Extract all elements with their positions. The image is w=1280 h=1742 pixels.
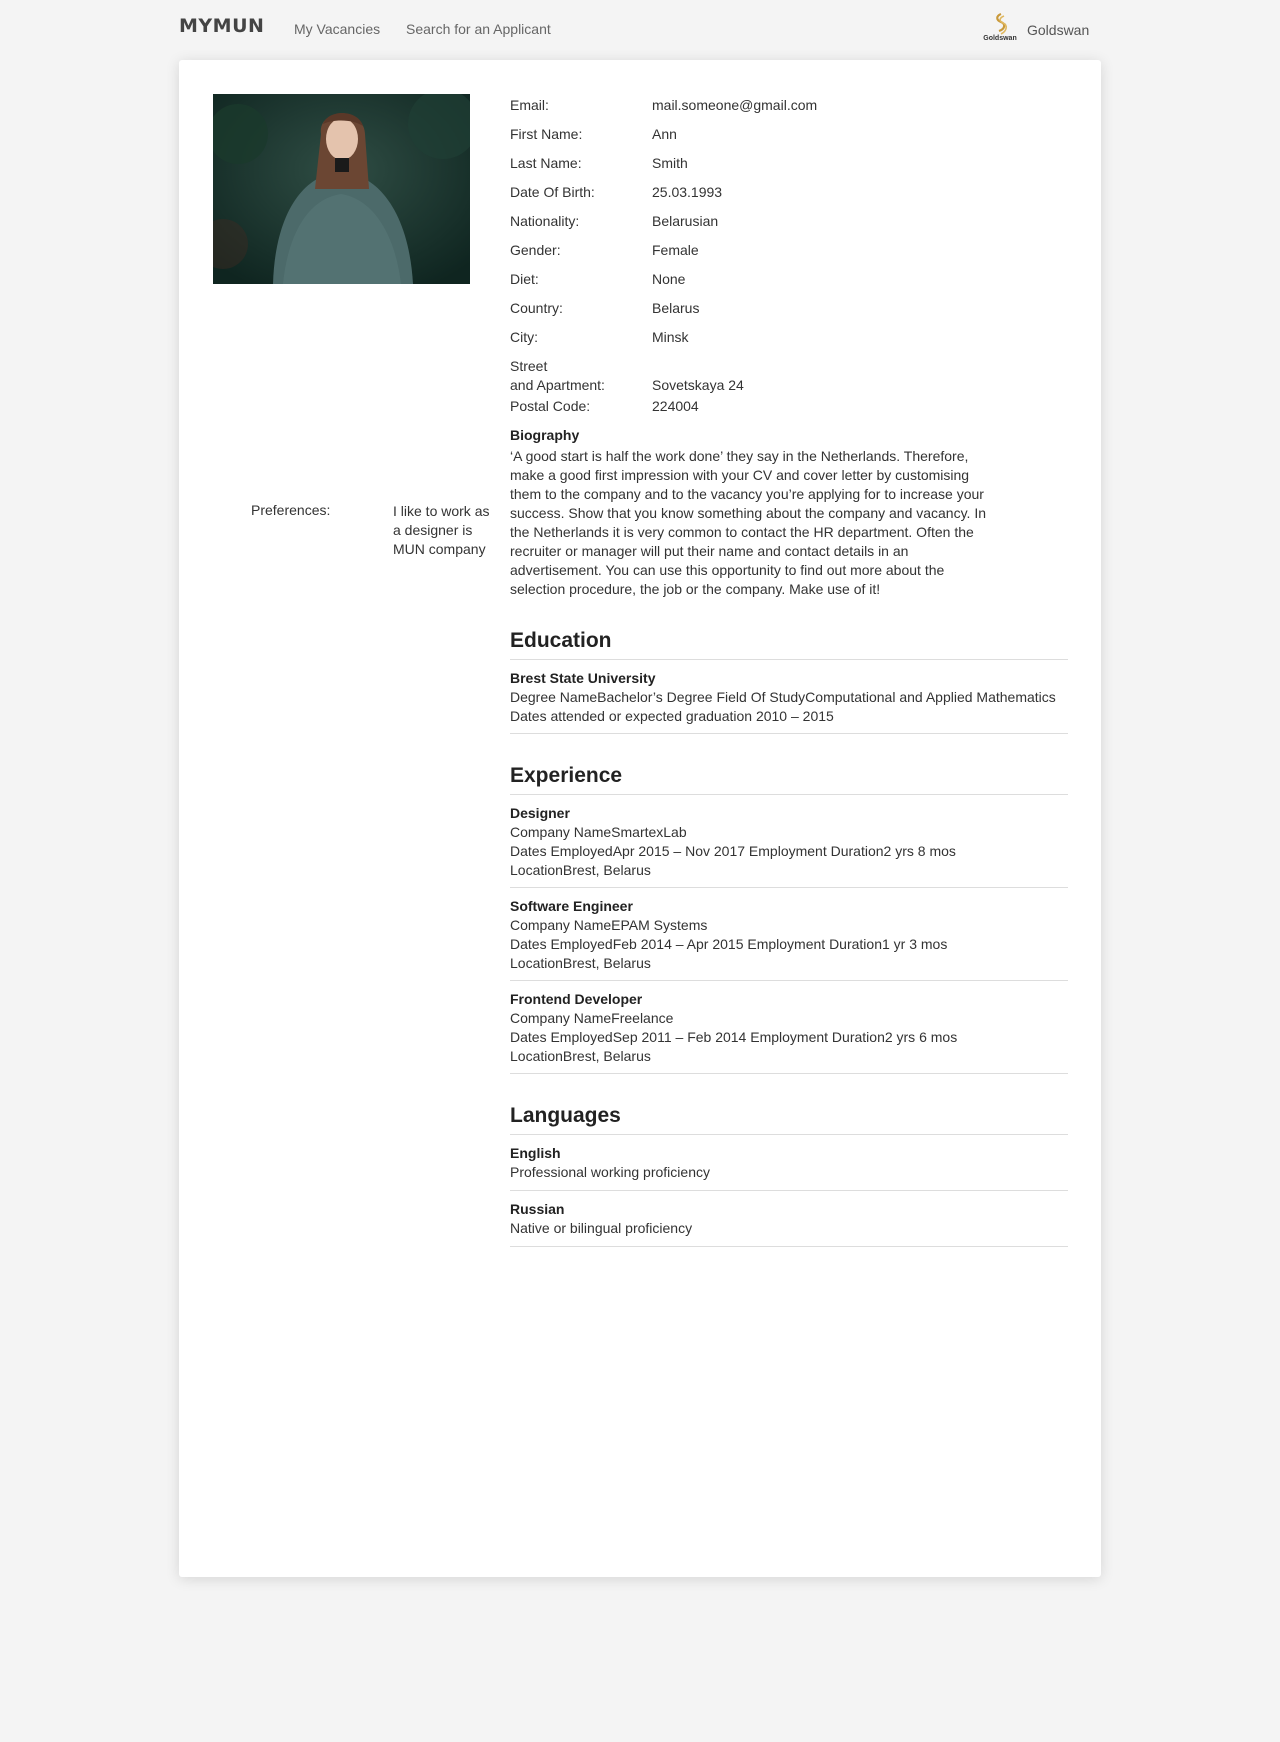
field-value: Female — [652, 242, 699, 258]
field-gender: Gender: Female — [510, 239, 1068, 268]
job-location: LocationBrest, Belarus — [510, 1048, 651, 1064]
field-label: Street and Apartment: — [510, 358, 605, 393]
biography-text: ‘A good start is half the work done’ the… — [510, 448, 987, 597]
biography-title: Biography — [510, 427, 580, 443]
field-value: Minsk — [652, 329, 689, 345]
job-company: Company NameSmartexLab — [510, 824, 687, 840]
experience-entry: Designer Company NameSmartexLab Dates Em… — [510, 795, 1068, 888]
job-dates: Dates EmployedApr 2015 – Nov 2017 Employ… — [510, 843, 956, 859]
job-location: LocationBrest, Belarus — [510, 955, 651, 971]
field-nationality: Nationality: Belarusian — [510, 210, 1068, 239]
field-city: City: Minsk — [510, 326, 1068, 355]
language-level: Professional working proficiency — [510, 1164, 710, 1180]
field-first-name: First Name: Ann — [510, 123, 1068, 152]
field-label: Diet: — [510, 271, 539, 287]
field-label: Date Of Birth: — [510, 184, 595, 200]
field-label: First Name: — [510, 126, 583, 142]
field-postal-code: Postal Code: 224004 — [510, 395, 1068, 424]
company-logo-text: Goldswan — [983, 35, 1017, 42]
field-label: Nationality: — [510, 213, 580, 229]
job-role: Software Engineer — [510, 898, 633, 914]
experience-entry: Software Engineer Company NameEPAM Syste… — [510, 888, 1068, 981]
language-name: English — [510, 1145, 561, 1161]
field-label: Email: — [510, 97, 549, 113]
preferences-value: I like to work as a designer is MUN comp… — [393, 503, 490, 557]
company-name[interactable]: Goldswan — [1027, 22, 1089, 38]
nav-my-vacancies[interactable]: My Vacancies — [294, 21, 380, 37]
field-label: Gender: — [510, 242, 561, 258]
top-navigation-bar: MYMUN My Vacancies Search for an Applica… — [0, 0, 1280, 58]
field-label: Country: — [510, 300, 563, 316]
education-dates: Dates attended or expected graduation 20… — [510, 708, 834, 724]
job-location: LocationBrest, Belarus — [510, 862, 651, 878]
field-street-apartment: Street and Apartment: Sovetskaya 24 — [510, 355, 1068, 395]
education-entry: Brest State University Degree NameBachel… — [510, 660, 1068, 734]
profile-details: Email: mail.someone@gmail.com First Name… — [510, 94, 1068, 1247]
company-logo[interactable]: Goldswan — [979, 12, 1021, 48]
preferences-label: Preferences: — [251, 502, 331, 518]
job-company: Company NameEPAM Systems — [510, 917, 708, 933]
job-company: Company NameFreelance — [510, 1010, 674, 1026]
field-value: Ann — [652, 126, 677, 142]
language-entry: Russian Native or bilingual proficiency — [510, 1191, 1068, 1247]
swan-logo-icon — [996, 12, 1007, 35]
field-value: 224004 — [652, 398, 699, 414]
field-last-name: Last Name: Smith — [510, 152, 1068, 181]
field-label: Last Name: — [510, 155, 582, 171]
job-dates: Dates EmployedSep 2011 – Feb 2014 Employ… — [510, 1029, 958, 1045]
field-diet: Diet: None — [510, 268, 1068, 297]
degree-info: Degree NameBachelor’s Degree Field Of St… — [510, 689, 1056, 705]
field-value: mail.someone@gmail.com — [652, 97, 818, 113]
education-heading: Education — [510, 629, 1068, 660]
experience-entry: Frontend Developer Company NameFreelance… — [510, 981, 1068, 1074]
field-label: Postal Code: — [510, 398, 591, 414]
field-value: None — [652, 271, 686, 287]
job-role: Frontend Developer — [510, 991, 643, 1007]
language-name: Russian — [510, 1201, 565, 1217]
field-value: Sovetskaya 24 — [652, 377, 744, 393]
field-value: Smith — [652, 155, 688, 171]
job-role: Designer — [510, 805, 570, 821]
language-level: Native or bilingual proficiency — [510, 1220, 693, 1236]
job-dates: Dates EmployedFeb 2014 – Apr 2015 Employ… — [510, 936, 948, 952]
applicant-photo — [213, 94, 470, 284]
field-label: City: — [510, 329, 538, 345]
brand-logo[interactable]: MYMUN — [179, 15, 264, 37]
field-value: Belarus — [652, 300, 700, 316]
school-name: Brest State University — [510, 670, 656, 686]
experience-heading: Experience — [510, 764, 1068, 795]
field-email: Email: mail.someone@gmail.com — [510, 94, 1068, 123]
field-value: Belarusian — [652, 213, 719, 229]
field-date-of-birth: Date Of Birth: 25.03.1993 — [510, 181, 1068, 210]
language-entry: English Professional working proficiency — [510, 1135, 1068, 1191]
field-country: Country: Belarus — [510, 297, 1068, 326]
applicant-profile-card: Preferences: I like to work as a designe… — [179, 60, 1101, 1577]
field-value: 25.03.1993 — [652, 184, 723, 200]
languages-heading: Languages — [510, 1104, 1068, 1135]
nav-search-applicant[interactable]: Search for an Applicant — [406, 21, 551, 37]
